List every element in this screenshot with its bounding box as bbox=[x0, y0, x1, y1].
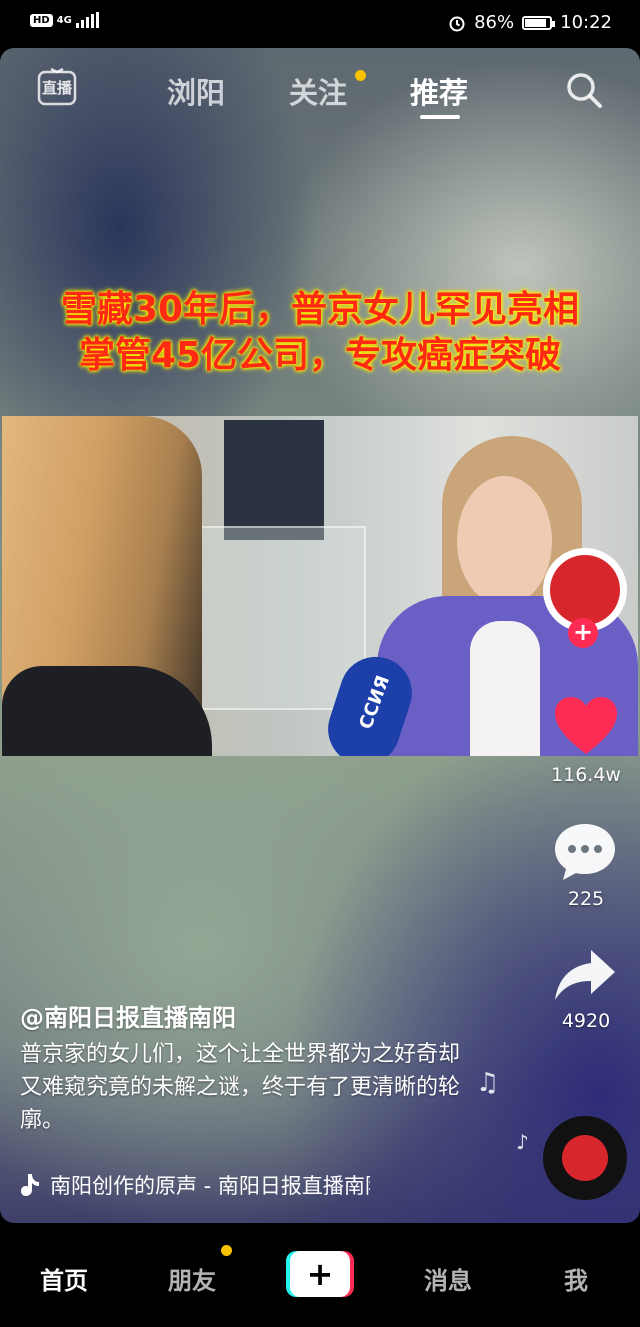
share-count: 4920 bbox=[561, 1010, 611, 1032]
floating-note-icon: ♫ bbox=[476, 1068, 500, 1098]
battery-icon bbox=[522, 15, 556, 30]
floating-note-icon-small: ♪ bbox=[516, 1130, 529, 1154]
like-count: 116.4w bbox=[551, 764, 621, 786]
comment-count: 225 bbox=[567, 888, 605, 910]
music-disc-logo bbox=[562, 1135, 608, 1181]
music-disc[interactable] bbox=[543, 1116, 627, 1200]
following-badge bbox=[355, 70, 366, 81]
tab-liuyang[interactable]: 浏阳 bbox=[167, 70, 225, 112]
bottom-nav: 首页 朋友 + 消息 我 bbox=[0, 1223, 640, 1327]
follow-button[interactable]: + bbox=[568, 618, 598, 648]
friends-badge bbox=[221, 1245, 232, 1256]
author-logo bbox=[550, 555, 620, 625]
live-label: 直播 bbox=[41, 79, 72, 97]
interviewee-face bbox=[457, 476, 552, 606]
music-title: 南阳创作的原声 - 南阳日报直播南阳 bbox=[50, 1174, 370, 1198]
alarm-icon bbox=[449, 16, 465, 31]
nav-home[interactable]: 首页 bbox=[14, 1261, 114, 1296]
tab-recommended[interactable]: 推荐 bbox=[410, 70, 468, 112]
live-icon[interactable]: 直播 bbox=[37, 67, 77, 108]
interviewee-shirt bbox=[470, 621, 540, 756]
video-player[interactable]: 直播 浏阳 关注 推荐 雪藏30年后，普京女儿罕见亮相 掌管45亿公司，专攻癌症… bbox=[0, 48, 640, 1223]
create-button[interactable]: + bbox=[286, 1251, 354, 1297]
video-description: 普京家的女儿们，这个让全世界都为之好奇却又难窥究竟的未解之谜，终于有了更清晰的轮… bbox=[20, 1042, 461, 1133]
video-headline-line-2: 掌管45亿公司，专攻癌症突破 bbox=[78, 335, 562, 376]
hd-badge: HD bbox=[30, 13, 53, 27]
background-monitor bbox=[224, 420, 324, 540]
network-type: 4G bbox=[56, 14, 72, 26]
active-tab-indicator bbox=[420, 115, 460, 119]
music-note-icon bbox=[21, 1174, 39, 1196]
like-heart-icon[interactable] bbox=[553, 696, 619, 756]
nav-friends[interactable]: 朋友 bbox=[142, 1261, 242, 1296]
signal-icon bbox=[75, 12, 99, 28]
status-bar: HD 4G 86% 10:22 bbox=[0, 0, 640, 48]
plus-icon: + bbox=[290, 1251, 350, 1297]
clock: 10:22 bbox=[560, 12, 612, 33]
search-icon[interactable] bbox=[564, 70, 604, 110]
author-name[interactable]: @南阳日报直播南阳 bbox=[20, 998, 236, 1033]
top-nav: 直播 浏阳 关注 推荐 bbox=[0, 48, 640, 138]
video-headline-line-1: 雪藏30年后，普京女儿罕见亮相 bbox=[60, 289, 580, 330]
network-status: HD 4G bbox=[30, 12, 99, 28]
tab-following[interactable]: 关注 bbox=[289, 70, 347, 112]
battery-percent: 86% bbox=[474, 12, 515, 33]
nav-messages[interactable]: 消息 bbox=[398, 1261, 498, 1296]
share-icon[interactable] bbox=[553, 948, 617, 1002]
comment-icon[interactable] bbox=[553, 822, 617, 882]
music-row[interactable]: 南阳创作的原声 - 南阳日报直播南阳 bbox=[20, 1170, 370, 1200]
system-status: 86% 10:22 bbox=[448, 12, 612, 33]
battery-level bbox=[525, 18, 547, 27]
nav-me[interactable]: 我 bbox=[526, 1261, 626, 1296]
